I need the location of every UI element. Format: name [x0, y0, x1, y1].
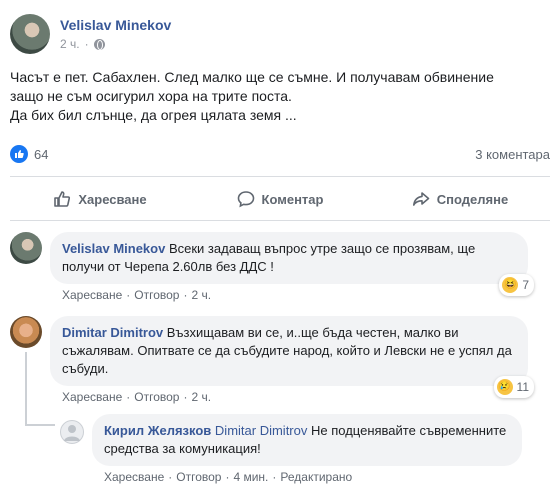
action-bar: Харесване Коментар Споделяне [10, 182, 550, 216]
share-button-label: Споделяне [436, 191, 509, 207]
comment-content: Velislav Minekov Всеки задаващ въпрос ут… [50, 232, 534, 302]
globe-icon[interactable] [93, 38, 105, 50]
divider [10, 176, 550, 177]
like-count: 64 [34, 146, 49, 162]
thread-connector [25, 424, 55, 426]
share-arrow-icon [412, 192, 430, 206]
comment-timestamp[interactable]: 2 ч. [191, 390, 211, 404]
like-button[interactable]: Харесване [10, 182, 190, 216]
author-avatar[interactable] [10, 14, 50, 54]
comment-timestamp[interactable]: 4 мин. [233, 470, 268, 484]
reaction-summary[interactable]: 😆 7 [499, 274, 534, 296]
divider [10, 220, 550, 221]
thumbs-up-icon [10, 145, 28, 163]
comment-bubble: Dimitar Dimitrov Възхищавам ви се, и..ще… [50, 316, 534, 398]
meta-separator: · [84, 37, 89, 51]
comment-reply-link[interactable]: Отговор [134, 390, 179, 404]
thumbs-up-icon [54, 191, 71, 207]
avatar[interactable] [10, 316, 42, 348]
reaction-summary[interactable]: 😢 11 [493, 376, 534, 398]
thread-line [25, 352, 27, 426]
reaction-count: 11 [516, 380, 529, 394]
mention-link[interactable]: Dimitar Dimitrov [215, 423, 307, 438]
comment: Dimitar Dimitrov Възхищавам ви се, и..ще… [10, 316, 534, 404]
comment-author[interactable]: Velislav Minekov [62, 241, 165, 256]
post-line: Часът е пет. Сабахлен. След малко ще се … [10, 69, 494, 85]
comment-reply-link[interactable]: Отговор [134, 288, 179, 302]
comment-button-label: Коментар [261, 191, 324, 207]
share-button[interactable]: Споделяне [370, 182, 550, 216]
edited-label[interactable]: Редактирано [280, 470, 352, 484]
comment-bubble: Velislav Minekov Всеки задаващ въпрос ут… [50, 232, 534, 296]
like-button-label: Харесване [78, 191, 147, 207]
comment-reply-link[interactable]: Отговор [176, 470, 221, 484]
comment-content: Dimitar Dimitrov Възхищавам ви се, и..ще… [50, 316, 534, 404]
post-meta: 2 ч. · [60, 37, 171, 51]
comment-actions: Харесване · Отговор · 2 ч. [62, 288, 212, 302]
avatar[interactable] [10, 232, 42, 264]
speech-bubble-icon [237, 191, 254, 208]
comment-bubble: Кирил Желязков Dimitar Dimitrov Не подце… [92, 414, 522, 466]
post-header: Velislav Minekov 2 ч. · [10, 12, 171, 56]
default-avatar-icon [64, 425, 80, 441]
post-header-text: Velislav Minekov 2 ч. · [60, 17, 171, 51]
post-line: защо не съм осигурил хора на трите поста… [10, 88, 292, 104]
comment-like-link[interactable]: Харесване [62, 390, 122, 404]
comment-button[interactable]: Коментар [190, 182, 370, 216]
reaction-count: 7 [522, 278, 529, 292]
comment-timestamp[interactable]: 2 ч. [191, 288, 211, 302]
sad-reaction-icon: 😢 [496, 379, 513, 395]
like-summary[interactable]: 64 [10, 145, 48, 163]
comment-actions: Харесване · Отговор · 4 мин. · Редактирано [104, 470, 353, 484]
comment-content: Кирил Желязков Dimitar Dimitrov Не подце… [92, 414, 522, 484]
comment-author[interactable]: Dimitar Dimitrov [62, 325, 163, 340]
post-author-name[interactable]: Velislav Minekov [60, 17, 171, 33]
post-timestamp[interactable]: 2 ч. [60, 37, 80, 51]
post-stats: 64 3 коментара [10, 144, 550, 164]
avatar[interactable] [60, 420, 84, 444]
post-line: Да бих бил слънце, да огрея цялата земя … [10, 107, 297, 123]
comment-count[interactable]: 3 коментара [475, 147, 550, 162]
reply-comment: Кирил Желязков Dimitar Dimitrov Не подце… [60, 414, 522, 484]
haha-reaction-icon: 😆 [502, 277, 519, 293]
comment-like-link[interactable]: Харесване [62, 288, 122, 302]
comment-like-link[interactable]: Харесване [104, 470, 164, 484]
comment-actions: Харесване · Отговор · 2 ч. [62, 390, 212, 404]
post-body: Часът е пет. Сабахлен. След малко ще се … [10, 68, 550, 125]
comment-author[interactable]: Кирил Желязков [104, 423, 211, 438]
comment: Velislav Minekov Всеки задаващ въпрос ут… [10, 232, 534, 302]
